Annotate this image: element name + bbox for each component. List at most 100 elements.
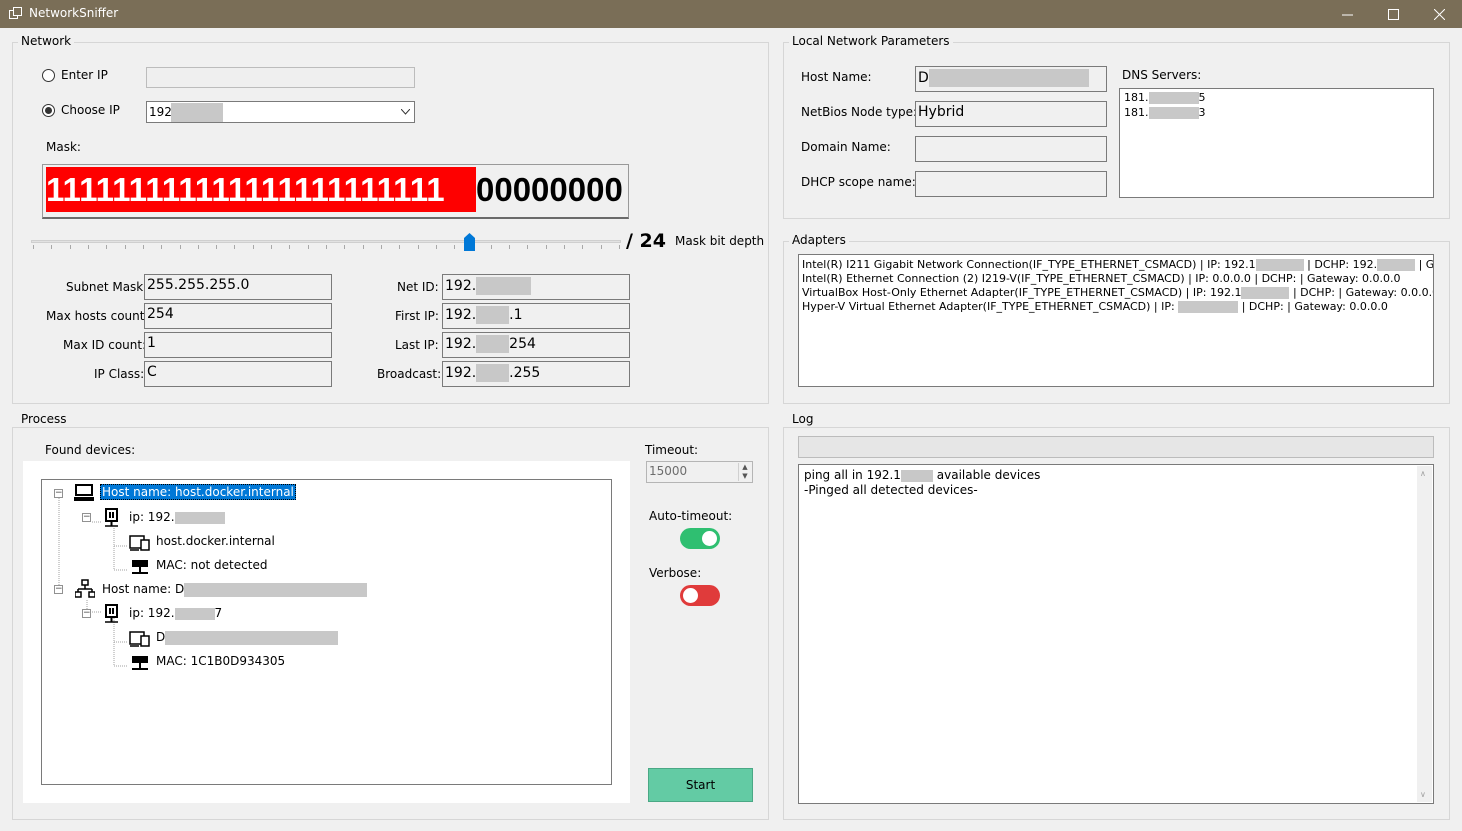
redacted-block [900, 469, 933, 482]
verbose-label: Verbose: [649, 566, 702, 580]
slider-tick [399, 245, 400, 249]
collapse-toggle[interactable]: − [54, 585, 63, 594]
tree-node-mac[interactable]: MAC: not detected [156, 558, 267, 572]
slider-tick [253, 245, 254, 249]
slider-tick [381, 245, 382, 249]
ethernet-icon [132, 656, 148, 670]
slider-tick [436, 245, 437, 249]
tree-node-hostname[interactable]: host.docker.internal [156, 534, 275, 548]
minimize-button[interactable] [1324, 0, 1370, 28]
choose-ip-radio[interactable] [42, 104, 55, 117]
slider-tick [161, 245, 162, 249]
verbose-toggle[interactable] [680, 585, 720, 606]
timeout-value: 15000 [649, 464, 688, 478]
broadcast-prefix: 192. [445, 365, 477, 381]
dns-server-item: 181. 5 [1124, 91, 1206, 104]
slider-tick [198, 245, 199, 249]
slider-tick [546, 245, 547, 249]
slider-tick [70, 245, 71, 249]
collapse-toggle[interactable]: − [82, 609, 91, 618]
dhcp-scope-field[interactable] [915, 171, 1107, 197]
redacted-block [174, 511, 225, 524]
mask-zeros: 00000000 [476, 171, 623, 208]
adapter-line: Intel(R) Ethernet Connection (2) I219-V(… [802, 272, 1401, 285]
auto-timeout-toggle[interactable] [680, 528, 720, 549]
ip-class-label: IP Class: [94, 367, 145, 381]
close-button[interactable] [1416, 0, 1462, 28]
tree-node-host-1[interactable]: Host name: host.docker.internal [100, 484, 296, 500]
tree-node-hostname[interactable]: D [156, 630, 339, 645]
scroll-up-icon[interactable]: ∧ [1420, 469, 1426, 478]
adapter-line: Intel(R) I211 Gigabit Network Connection… [802, 258, 1434, 271]
collapse-toggle[interactable]: − [82, 513, 91, 522]
slider-tick [564, 245, 565, 249]
dns-servers-list[interactable]: 181. 5 181. 3 [1119, 88, 1434, 198]
net-id-value: 192. [445, 278, 477, 294]
max-hosts-label: Max hosts count: [46, 309, 149, 323]
timeout-spinner[interactable]: 15000 ▲ ▼ [646, 461, 753, 483]
start-button[interactable]: Start [648, 768, 753, 802]
auto-timeout-label: Auto-timeout: [649, 509, 733, 523]
max-hosts-field[interactable]: 254 [144, 303, 332, 329]
log-scrollbar[interactable]: ∧ ∨ [1417, 466, 1432, 802]
mask-slider-thumb[interactable] [464, 233, 475, 251]
redacted-block [184, 582, 368, 597]
last-ip-prefix: 192. [445, 336, 477, 352]
window-title: NetworkSniffer [29, 6, 119, 20]
devices-tree[interactable]: − Host name: host.docker.internal − ip: … [41, 479, 612, 785]
broadcast-field[interactable]: 192. .255 [442, 361, 630, 387]
slider-tick [509, 245, 510, 249]
chevron-down-icon [401, 109, 410, 115]
slider-tick [582, 245, 583, 249]
found-devices-label: Found devices: [45, 443, 136, 457]
redacted-block [174, 607, 215, 620]
timeout-label: Timeout: [645, 443, 699, 457]
redacted-block [1178, 301, 1239, 313]
last-ip-field[interactable]: 192. 254 [442, 332, 630, 358]
spin-down-icon[interactable]: ▼ [739, 472, 751, 481]
process-group-label: Process [18, 412, 70, 426]
devices-icon [129, 631, 150, 647]
spinner-buttons[interactable]: ▲ ▼ [738, 463, 751, 481]
max-id-field[interactable]: 1 [144, 332, 332, 358]
host-name-field[interactable]: D [915, 66, 1107, 92]
enter-ip-input[interactable] [146, 67, 415, 88]
redacted-block [1148, 107, 1199, 119]
netbios-field[interactable]: Hybrid [915, 101, 1107, 127]
devices-icon [129, 535, 150, 551]
subnet-mask-field[interactable]: 255.255.255.0 [144, 274, 332, 300]
mask-slider-track[interactable] [31, 240, 621, 243]
enter-ip-label: Enter IP [61, 68, 108, 82]
ip-class-field[interactable]: C [144, 361, 332, 387]
maximize-button[interactable] [1370, 0, 1416, 28]
tree-node-ip[interactable]: ip: 192. 7 [129, 606, 222, 620]
tree-node-host-2[interactable]: Host name: D [102, 582, 368, 597]
subnet-mask-label: Subnet Mask: [66, 280, 148, 294]
tree-node-ip[interactable]: ip: 192. [129, 510, 225, 524]
slider-tick [33, 245, 34, 249]
net-id-field[interactable]: 192. [442, 274, 630, 300]
collapse-toggle[interactable]: − [54, 489, 63, 498]
log-textbox[interactable]: ping all in 192.1 available devices -Pin… [798, 464, 1434, 804]
slider-tick [88, 245, 89, 249]
slider-tick [454, 245, 455, 249]
first-ip-field[interactable]: 192. .1 [442, 303, 630, 329]
tree-node-mac[interactable]: MAC: 1C1B0D934305 [156, 654, 285, 668]
network-topology-icon [75, 579, 95, 598]
redacted-block [171, 103, 223, 122]
maximize-icon [1387, 8, 1399, 20]
choose-ip-select[interactable]: 192. [146, 101, 415, 123]
redacted-block [928, 69, 1089, 87]
broadcast-suffix: .255 [509, 365, 541, 381]
adapters-textbox[interactable]: Intel(R) I211 Gigabit Network Connection… [798, 254, 1434, 387]
last-ip-label: Last IP: [395, 338, 439, 352]
ethernet-icon [132, 560, 148, 574]
broadcast-label: Broadcast: [377, 367, 442, 381]
domain-name-field[interactable] [915, 136, 1107, 162]
enter-ip-radio[interactable] [42, 69, 55, 82]
scroll-down-icon[interactable]: ∨ [1420, 790, 1426, 799]
adapter-line: VirtualBox Host-Only Ethernet Adapter(IF… [802, 286, 1434, 299]
redacted-block [1377, 259, 1416, 271]
spin-up-icon[interactable]: ▲ [739, 463, 751, 472]
adapter-line: Hyper-V Virtual Ethernet Adapter(IF_TYPE… [802, 300, 1388, 313]
